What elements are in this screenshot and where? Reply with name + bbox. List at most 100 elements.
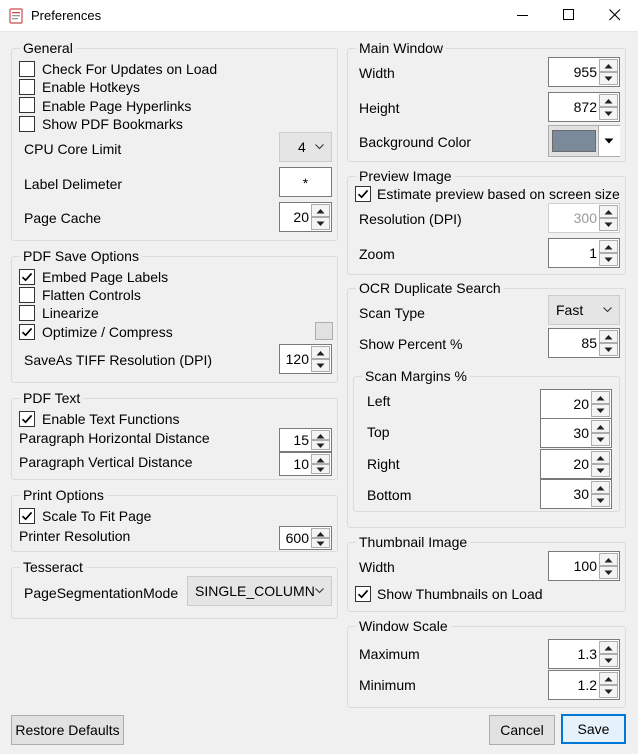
spin-down-button[interactable] — [311, 464, 330, 474]
printer-resolution-stepper[interactable]: 600 — [279, 526, 332, 550]
horizontal-distance-label: Paragraph Horizontal Distance — [19, 430, 210, 446]
thumbnail-width-stepper[interactable]: 100 — [548, 551, 620, 581]
margin-left-stepper[interactable]: 20 — [540, 389, 612, 419]
zoom-stepper[interactable]: 1 — [548, 238, 620, 268]
spin-up-button[interactable] — [311, 346, 330, 359]
spin-down-button[interactable] — [599, 566, 618, 579]
spin-down-button[interactable] — [311, 217, 330, 230]
spinner-arrows[interactable] — [599, 330, 618, 356]
horizontal-distance-stepper[interactable]: 15 — [279, 428, 332, 452]
segmentation-mode-select[interactable]: SINGLE_COLUMN — [187, 576, 332, 606]
preview-resolution-label: Resolution (DPI) — [359, 211, 462, 227]
spin-up-button[interactable] — [599, 553, 618, 566]
page-cache-stepper[interactable]: 20 — [279, 202, 332, 232]
vertical-distance-label: Paragraph Vertical Distance — [19, 454, 193, 470]
main-height-stepper[interactable]: 872 — [548, 92, 620, 122]
preview-resolution-stepper[interactable]: 300 — [548, 203, 620, 233]
spin-down-button[interactable] — [591, 464, 610, 477]
spin-down-button[interactable] — [311, 440, 330, 450]
spin-up-button[interactable] — [599, 94, 618, 107]
spin-up-button[interactable] — [599, 641, 618, 654]
arrow-up-icon — [316, 434, 325, 439]
close-button[interactable] — [592, 0, 638, 31]
tiff-resolution-stepper[interactable]: 120 — [279, 344, 332, 374]
spin-down-button[interactable] — [591, 404, 610, 417]
spin-down-button[interactable] — [599, 685, 618, 698]
spin-down-button[interactable] — [591, 433, 610, 446]
spin-down-button[interactable] — [591, 494, 610, 507]
cpu-core-limit-label: CPU Core Limit — [24, 141, 122, 157]
cpu-core-limit-select[interactable]: 4 — [279, 132, 332, 162]
spin-up-button[interactable] — [591, 451, 610, 464]
color-dropdown-button[interactable] — [598, 126, 620, 156]
spin-up-button[interactable] — [311, 430, 330, 440]
enable-hotkeys-checkbox[interactable] — [19, 79, 35, 95]
spinner-arrows[interactable] — [599, 205, 618, 231]
spinner-arrows[interactable] — [591, 391, 610, 417]
spin-down-button[interactable] — [599, 72, 618, 85]
spin-up-button[interactable] — [599, 205, 618, 218]
spinner-arrows[interactable] — [599, 641, 618, 667]
spin-up-button[interactable] — [591, 391, 610, 404]
show-bookmarks-checkbox[interactable] — [19, 116, 35, 132]
label-delimeter-input[interactable]: * — [279, 167, 332, 197]
margin-right-stepper[interactable]: 20 — [540, 449, 612, 479]
spin-down-button[interactable] — [599, 343, 618, 356]
spin-up-button[interactable] — [311, 454, 330, 464]
enable-text-checkbox[interactable] — [19, 411, 35, 427]
optimize-checkbox[interactable] — [19, 324, 35, 340]
enable-hyperlinks-checkbox[interactable] — [19, 97, 35, 113]
background-color-label: Background Color — [359, 134, 472, 150]
flatten-controls-checkbox[interactable] — [19, 287, 35, 303]
spinner-arrows[interactable] — [311, 430, 330, 450]
minimize-button[interactable] — [500, 0, 546, 31]
vertical-distance-stepper[interactable]: 10 — [279, 452, 332, 476]
embed-labels-checkbox[interactable] — [19, 269, 35, 285]
scale-maximum-stepper[interactable]: 1.3 — [548, 639, 620, 669]
spin-down-button[interactable] — [599, 654, 618, 667]
scan-type-select[interactable]: Fast — [548, 295, 620, 325]
margin-bottom-stepper[interactable]: 30 — [540, 479, 612, 509]
show-thumbnails-checkbox[interactable] — [355, 586, 371, 602]
show-percent-stepper[interactable]: 85 — [548, 328, 620, 358]
linearize-checkbox[interactable] — [19, 305, 35, 321]
spin-up-button[interactable] — [599, 672, 618, 685]
maximize-button[interactable] — [546, 0, 592, 31]
restore-defaults-button[interactable]: Restore Defaults — [11, 715, 124, 745]
spinner-arrows[interactable] — [599, 240, 618, 266]
spinner-arrows[interactable] — [311, 204, 330, 230]
spin-down-button[interactable] — [599, 218, 618, 231]
spinner-arrows[interactable] — [311, 454, 330, 474]
spin-up-button[interactable] — [311, 528, 330, 538]
spin-up-button[interactable] — [311, 204, 330, 217]
spinner-arrows[interactable] — [591, 420, 610, 446]
estimate-preview-checkbox[interactable] — [355, 186, 371, 202]
spinner-arrows[interactable] — [599, 59, 618, 85]
spin-up-button[interactable] — [599, 59, 618, 72]
scale-to-fit-checkbox[interactable] — [19, 508, 35, 524]
spinner-arrows[interactable] — [599, 94, 618, 120]
optimize-label: Optimize / Compress — [42, 324, 173, 340]
spin-down-button[interactable] — [311, 538, 330, 548]
scale-minimum-stepper[interactable]: 1.2 — [548, 670, 620, 700]
spinner-arrows[interactable] — [591, 481, 610, 507]
margin-top-stepper[interactable]: 30 — [540, 418, 612, 448]
spin-up-button[interactable] — [591, 481, 610, 494]
spin-up-button[interactable] — [599, 330, 618, 343]
background-color-picker[interactable] — [548, 125, 620, 157]
spinner-arrows[interactable] — [311, 528, 330, 548]
spin-up-button[interactable] — [599, 240, 618, 253]
optimize-settings-button[interactable] — [315, 322, 333, 340]
cancel-button[interactable]: Cancel — [489, 715, 555, 745]
spinner-arrows[interactable] — [311, 346, 330, 372]
main-width-stepper[interactable]: 955 — [548, 57, 620, 87]
spin-down-button[interactable] — [311, 359, 330, 372]
spinner-arrows[interactable] — [599, 553, 618, 579]
spin-down-button[interactable] — [599, 253, 618, 266]
spin-down-button[interactable] — [599, 107, 618, 120]
spinner-arrows[interactable] — [599, 672, 618, 698]
spinner-arrows[interactable] — [591, 451, 610, 477]
save-button[interactable]: Save — [561, 714, 626, 744]
spin-up-button[interactable] — [591, 420, 610, 433]
check-updates-checkbox[interactable] — [19, 61, 35, 77]
